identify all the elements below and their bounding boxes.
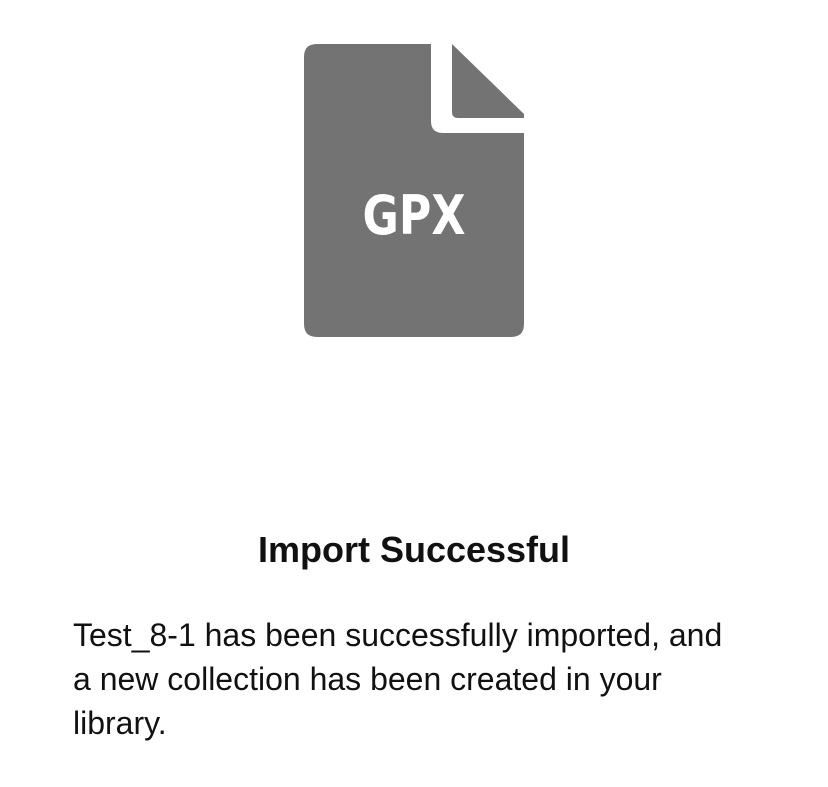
import-message: Test_8-1 has been successfully imported,…: [73, 617, 723, 741]
file-type-label: GPX: [362, 184, 466, 247]
gpx-file-icon: GPX: [303, 43, 525, 338]
import-title: Import Successful: [257, 529, 571, 570]
